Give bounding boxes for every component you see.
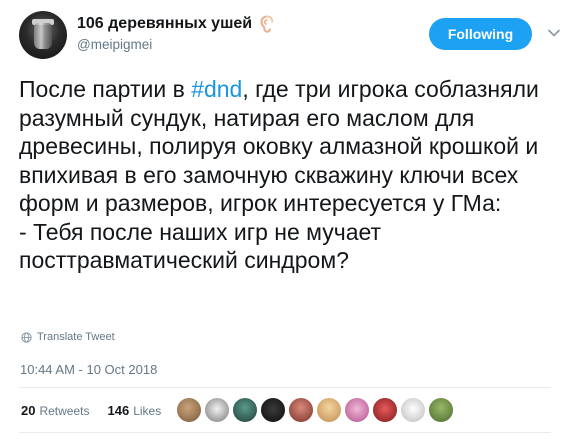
- liker-avatar[interactable]: [260, 397, 286, 423]
- liker-avatar[interactable]: [372, 397, 398, 423]
- avatar[interactable]: [19, 11, 67, 59]
- liker-avatar[interactable]: [176, 397, 202, 423]
- liker-avatar[interactable]: [344, 397, 370, 423]
- liker-avatar[interactable]: [288, 397, 314, 423]
- user-display-name[interactable]: 106 деревянных ушей: [77, 15, 252, 33]
- tweet-stats: 20 Retweets 146 Likes: [21, 403, 179, 418]
- translate-tweet-label: Translate Tweet: [37, 331, 115, 343]
- tweet-text: После партии в #dnd, где три игрока собл…: [19, 75, 564, 275]
- liker-avatar[interactable]: [204, 397, 230, 423]
- chevron-down-icon[interactable]: [547, 26, 561, 40]
- retweets-stat[interactable]: 20 Retweets: [21, 403, 90, 418]
- liker-avatar[interactable]: [428, 397, 454, 423]
- following-button[interactable]: Following: [429, 18, 532, 50]
- translate-tweet-link[interactable]: Translate Tweet: [21, 331, 115, 343]
- liker-avatars: [176, 397, 456, 423]
- avatar-jar: [34, 23, 52, 49]
- divider-top: [19, 387, 551, 388]
- tweet-text-part-2: , где три игрока соблазняли разумный сун…: [19, 76, 539, 273]
- tweet-text-part-1: После партии в: [19, 76, 192, 102]
- divider-bottom: [19, 432, 551, 433]
- liker-avatar[interactable]: [400, 397, 426, 423]
- likes-count: 146: [107, 403, 130, 418]
- liker-avatar[interactable]: [316, 397, 342, 423]
- tweet-timestamp[interactable]: 10:44 AM - 10 Oct 2018: [20, 362, 157, 377]
- hashtag-link[interactable]: #dnd: [191, 76, 242, 102]
- ear-icon: [260, 15, 274, 33]
- likes-label: Likes: [133, 403, 162, 418]
- user-name-row: 106 деревянных ушей: [77, 15, 275, 33]
- retweets-label: Retweets: [39, 403, 90, 418]
- retweets-count: 20: [21, 403, 36, 418]
- globe-icon: [21, 331, 32, 343]
- likes-stat[interactable]: 146 Likes: [108, 403, 162, 418]
- user-handle[interactable]: @meipigmei: [77, 37, 152, 52]
- liker-avatar[interactable]: [232, 397, 258, 423]
